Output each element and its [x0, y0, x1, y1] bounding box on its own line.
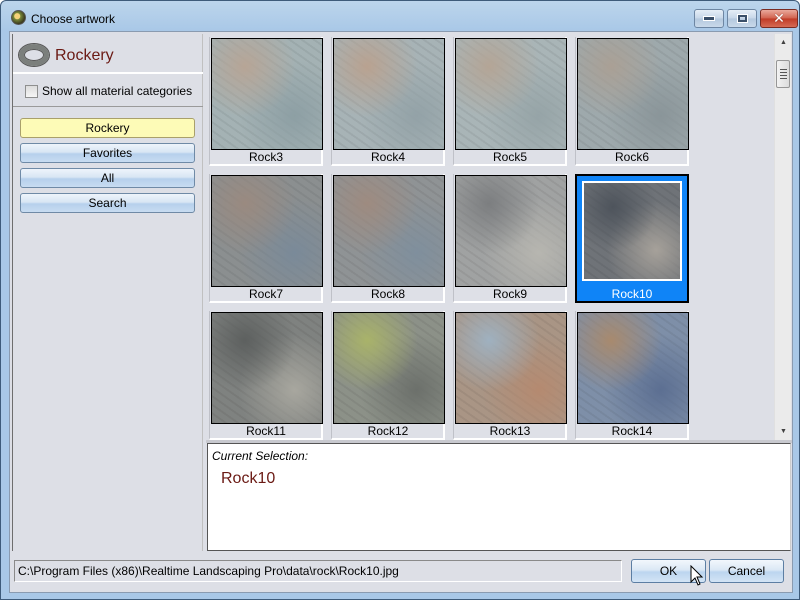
- window-title: Choose artwork: [31, 12, 116, 26]
- mouse-cursor-icon: [690, 565, 704, 586]
- artwork-tile[interactable]: Rock13: [453, 311, 567, 440]
- grid-scrollbar[interactable]: ▲ ▼: [774, 34, 791, 440]
- dialog-client-area: Rockery Show all material categories Roc…: [9, 31, 793, 593]
- scroll-thumb[interactable]: [776, 60, 790, 88]
- sidebar-divider: [13, 106, 203, 107]
- category-button-favorites[interactable]: Favorites: [20, 143, 195, 163]
- artwork-label: Rock12: [367, 424, 409, 438]
- artwork-label: Rock3: [248, 150, 283, 164]
- artwork-thumbnail[interactable]: [211, 38, 323, 150]
- artwork-thumbnail[interactable]: [577, 38, 689, 150]
- show-all-categories-toggle[interactable]: Show all material categories: [25, 84, 192, 98]
- rockery-ring-icon: [19, 44, 49, 66]
- choose-artwork-dialog: Choose artwork ✕ Rockery Show all materi…: [0, 0, 800, 600]
- category-button-rockery[interactable]: Rockery: [20, 118, 195, 138]
- artwork-thumbnail[interactable]: [211, 175, 323, 287]
- maximize-icon: [736, 14, 748, 23]
- category-sidebar: Rockery Show all material categories Roc…: [12, 34, 203, 551]
- artwork-thumbnail[interactable]: [582, 181, 682, 281]
- current-selection-panel: Current Selection: Rock10: [207, 443, 791, 551]
- artwork-grid: Rock3 Rock4 Rock5 Rock6 Rock7 Rock8 Rock9 Rock1…: [206, 34, 792, 440]
- artwork-label: Rock8: [370, 287, 405, 301]
- artwork-thumbnail[interactable]: [577, 312, 689, 424]
- category-header: Rockery: [13, 34, 203, 74]
- artwork-thumbnail[interactable]: [333, 38, 445, 150]
- minimize-icon: [703, 16, 715, 21]
- artwork-label: Rock13: [489, 424, 531, 438]
- category-button-all[interactable]: All: [20, 168, 195, 188]
- current-selection-caption: Current Selection:: [212, 449, 309, 463]
- artwork-thumbnail[interactable]: [333, 175, 445, 287]
- artwork-thumbnail[interactable]: [333, 312, 445, 424]
- artwork-label: Rock10: [611, 287, 653, 301]
- artwork-label: Rock9: [492, 287, 527, 301]
- category-title: Rockery: [55, 47, 114, 64]
- scroll-down-arrow-icon: ▼: [780, 428, 787, 435]
- show-all-checkbox[interactable]: [25, 84, 38, 98]
- artwork-label: Rock7: [248, 287, 283, 301]
- artwork-thumbnail[interactable]: [455, 175, 567, 287]
- maximize-button[interactable]: [727, 9, 757, 28]
- current-selection-value: Rock10: [221, 470, 276, 487]
- artwork-tile[interactable]: Rock8: [331, 174, 445, 303]
- artwork-tile[interactable]: Rock11: [209, 311, 323, 440]
- artwork-label: Rock11: [246, 424, 286, 438]
- artwork-tile[interactable]: Rock4: [331, 37, 445, 166]
- artwork-label: Rock6: [614, 150, 649, 164]
- artwork-thumbnail[interactable]: [455, 312, 567, 424]
- scroll-down-button[interactable]: ▼: [775, 423, 792, 440]
- show-all-label[interactable]: Show all material categories: [42, 84, 192, 98]
- artwork-label: Rock4: [370, 150, 405, 164]
- artwork-tile[interactable]: Rock10: [575, 174, 689, 303]
- close-icon: ✕: [773, 10, 785, 27]
- artwork-thumbnail[interactable]: [455, 38, 567, 150]
- artwork-label: Rock14: [611, 424, 653, 438]
- artwork-label: Rock5: [492, 150, 527, 164]
- scroll-up-button[interactable]: ▲: [775, 34, 792, 51]
- artwork-tile[interactable]: Rock7: [209, 174, 323, 303]
- close-button[interactable]: ✕: [760, 9, 798, 28]
- app-icon: [11, 10, 26, 25]
- file-path-field: C:\Program Files (x86)\Realtime Landscap…: [14, 560, 622, 582]
- category-button-search[interactable]: Search: [20, 193, 195, 213]
- artwork-tile[interactable]: Rock3: [209, 37, 323, 166]
- scroll-up-arrow-icon: ▲: [780, 39, 787, 46]
- cancel-button[interactable]: Cancel: [709, 559, 784, 583]
- artwork-tile[interactable]: Rock14: [575, 311, 689, 440]
- artwork-tile[interactable]: Rock5: [453, 37, 567, 166]
- artwork-tile[interactable]: Rock12: [331, 311, 445, 440]
- title-bar[interactable]: Choose artwork ✕: [1, 1, 799, 31]
- minimize-button[interactable]: [694, 9, 724, 28]
- artwork-thumbnail[interactable]: [211, 312, 323, 424]
- artwork-tile[interactable]: Rock9: [453, 174, 567, 303]
- artwork-tile[interactable]: Rock6: [575, 37, 689, 166]
